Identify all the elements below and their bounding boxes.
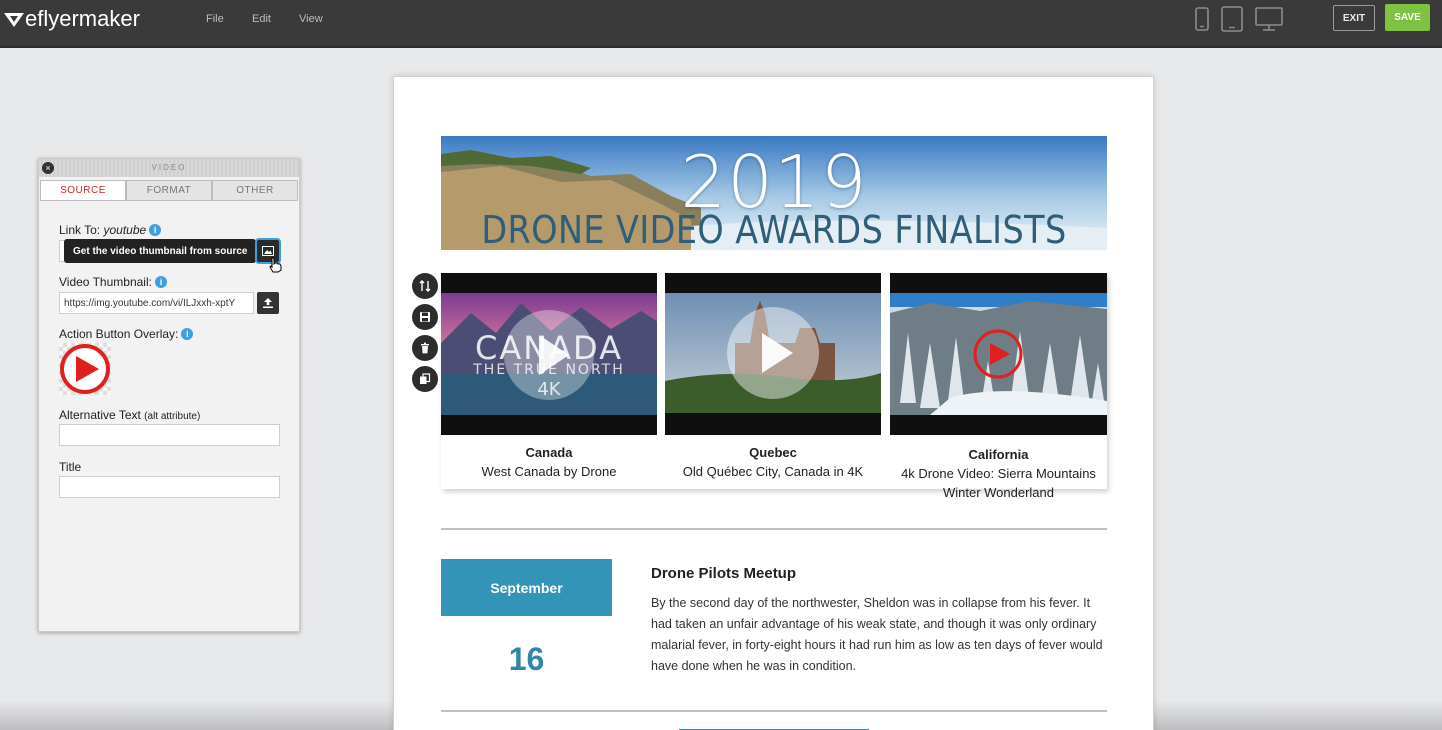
video-description: West Canada by Drone [481,464,617,479]
floppy-disk-icon [420,312,430,322]
video-card-quebec[interactable] [665,273,881,435]
video-card-california[interactable] [890,273,1107,435]
logo-text: eflyermaker [25,6,140,31]
tab-other[interactable]: OTHER [212,180,298,200]
tablet-icon[interactable] [1220,5,1244,33]
tooltip: Get the video thumbnail from source [64,239,257,263]
event-day: 16 [508,641,545,677]
duplicate-block-button[interactable] [412,366,438,392]
menu-edit[interactable]: Edit [252,13,271,25]
video-caption-canada: Canada West Canada by Drone [441,443,657,481]
thumbnail-url-field[interactable]: https://img.youtube.com/vi/ILJxxh-xptY [59,292,254,314]
delete-block-button[interactable] [412,335,438,361]
california-thumbnail [890,293,1107,415]
exit-button[interactable]: EXIT [1333,5,1375,31]
canada-thumbnail: CANADA THE TRUE NORTH 4K [441,293,657,415]
desktop-icon[interactable] [1254,6,1284,32]
link-to-value: youtube [103,223,147,237]
overlay-label-text: Action Button Overlay: [59,327,179,341]
image-icon [262,246,274,256]
info-icon[interactable]: i [149,224,162,236]
action-button-overlay-picker[interactable] [59,343,111,395]
overlay-label: Action Button Overlay: i [59,327,194,341]
alt-text-hint: (alt attribute) [144,411,201,422]
title-field[interactable] [59,476,280,498]
block-tools [412,273,438,392]
quebec-thumbnail [665,293,881,413]
panel-tabs: SOURCE FORMAT OTHER [40,180,298,201]
hero-banner[interactable]: 2019 DRONE VIDEO AWARDS FINALISTS [441,136,1107,250]
upload-icon [263,298,273,308]
alt-text-label-text: Alternative Text [59,408,141,422]
top-toolbar: eflyermaker File Edit View EXIT SAVE [0,0,1442,48]
video-caption-quebec: Quebec Old Québec City, Canada in 4K [665,443,881,481]
save-button[interactable]: SAVE [1385,4,1430,31]
video-caption-california: California 4k Drone Video: Sierra Mounta… [890,445,1107,502]
thumbnail-label: Video Thumbnail: i [59,275,167,289]
event-description: By the second day of the northwester, Sh… [651,596,1103,673]
video-title: California [968,447,1029,462]
link-to-text: Link To: [59,223,101,237]
panel-title: VIDEO [151,163,187,172]
tab-source[interactable]: SOURCE [40,180,126,200]
panel-drag-handle[interactable]: × VIDEO [39,159,299,177]
hero-subtitle: DRONE VIDEO AWARDS FINALISTS [481,208,1067,250]
phone-icon[interactable] [1194,6,1210,32]
alt-text-field[interactable] [59,424,280,446]
video-description: 4k Drone Video: Sierra Mountains Winter … [901,466,1096,500]
play-button-icon [60,344,110,394]
cursor-hand-icon [269,257,282,273]
menu-file[interactable]: File [206,13,224,25]
link-to-label: Link To: youtube i [59,223,162,237]
video-description: Old Québec City, Canada in 4K [682,464,864,479]
divider [441,528,1107,530]
save-block-button[interactable] [412,304,438,330]
event-title: Drone Pilots Meetup [651,565,797,582]
sort-arrows-icon [419,280,431,292]
flyer-page[interactable]: 2019 DRONE VIDEO AWARDS FINALISTS CANADA… [393,76,1154,730]
trash-icon [421,342,429,354]
thumbnail-label-text: Video Thumbnail: [59,275,152,289]
video-title: Canada [525,445,573,460]
info-icon[interactable]: i [181,328,194,340]
menu-view[interactable]: View [299,13,323,25]
alt-text-label: Alternative Text (alt attribute) [59,408,200,422]
move-block-button[interactable] [412,273,438,299]
info-icon[interactable]: i [154,276,167,288]
logo-icon [4,13,24,27]
tab-format[interactable]: FORMAT [126,180,212,200]
event-month: September [441,559,612,616]
upload-thumbnail-button[interactable] [257,292,279,314]
video-properties-panel[interactable]: × VIDEO SOURCE FORMAT OTHER Link To: you… [38,158,300,632]
video-title: Quebec [749,445,797,460]
device-switcher [1194,5,1284,33]
video-card-canada[interactable]: CANADA THE TRUE NORTH 4K [441,273,657,435]
copy-icon [420,373,431,384]
title-label: Title [59,460,82,474]
app-logo[interactable]: eflyermaker [4,6,140,32]
divider [441,710,1107,712]
